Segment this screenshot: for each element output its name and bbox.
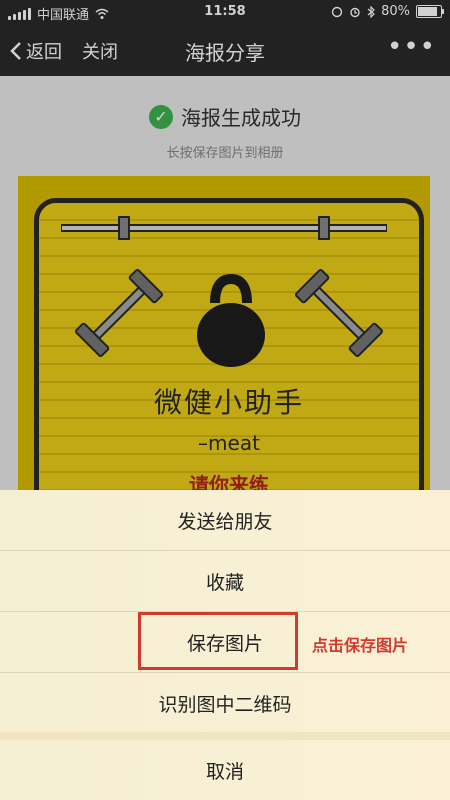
favorite-button[interactable]: 收藏 <box>0 551 450 612</box>
sheet-separator <box>0 732 450 740</box>
annotation-text: 点击保存图片 <box>312 636 409 655</box>
battery-icon <box>416 5 444 18</box>
dumbbell-right-icon <box>294 268 384 358</box>
status-bar: 中国联通 11:58 80% <box>0 0 450 24</box>
send-to-friend-button[interactable]: 发送给朋友 <box>0 490 450 551</box>
battery-percent: 80% <box>381 4 410 19</box>
check-circle-icon: ✓ <box>149 104 173 129</box>
success-message: ✓ 海报生成成功 <box>0 102 450 131</box>
highlight-box <box>138 612 298 670</box>
page-title: 海报分享 <box>185 41 265 65</box>
rotation-lock-icon <box>331 6 343 17</box>
more-button[interactable]: ••• <box>387 32 436 62</box>
bluetooth-icon <box>367 5 375 18</box>
save-hint: 长按保存图片到相册 <box>166 146 284 161</box>
poster-subtitle: –meat <box>198 431 260 455</box>
status-right: 80% <box>331 4 444 19</box>
barbell-icon <box>61 216 387 240</box>
cancel-button[interactable]: 取消 <box>0 740 450 800</box>
nav-bar: 返回 关闭 海报分享 ••• <box>0 24 450 76</box>
scan-qr-button[interactable]: 识别图中二维码 <box>0 673 450 733</box>
poster-title: 微健小助手 <box>153 386 304 419</box>
kettlebell-icon <box>197 273 265 367</box>
success-text: 海报生成成功 <box>181 106 301 130</box>
alarm-icon <box>350 7 360 17</box>
dumbbell-left-icon <box>74 268 164 358</box>
